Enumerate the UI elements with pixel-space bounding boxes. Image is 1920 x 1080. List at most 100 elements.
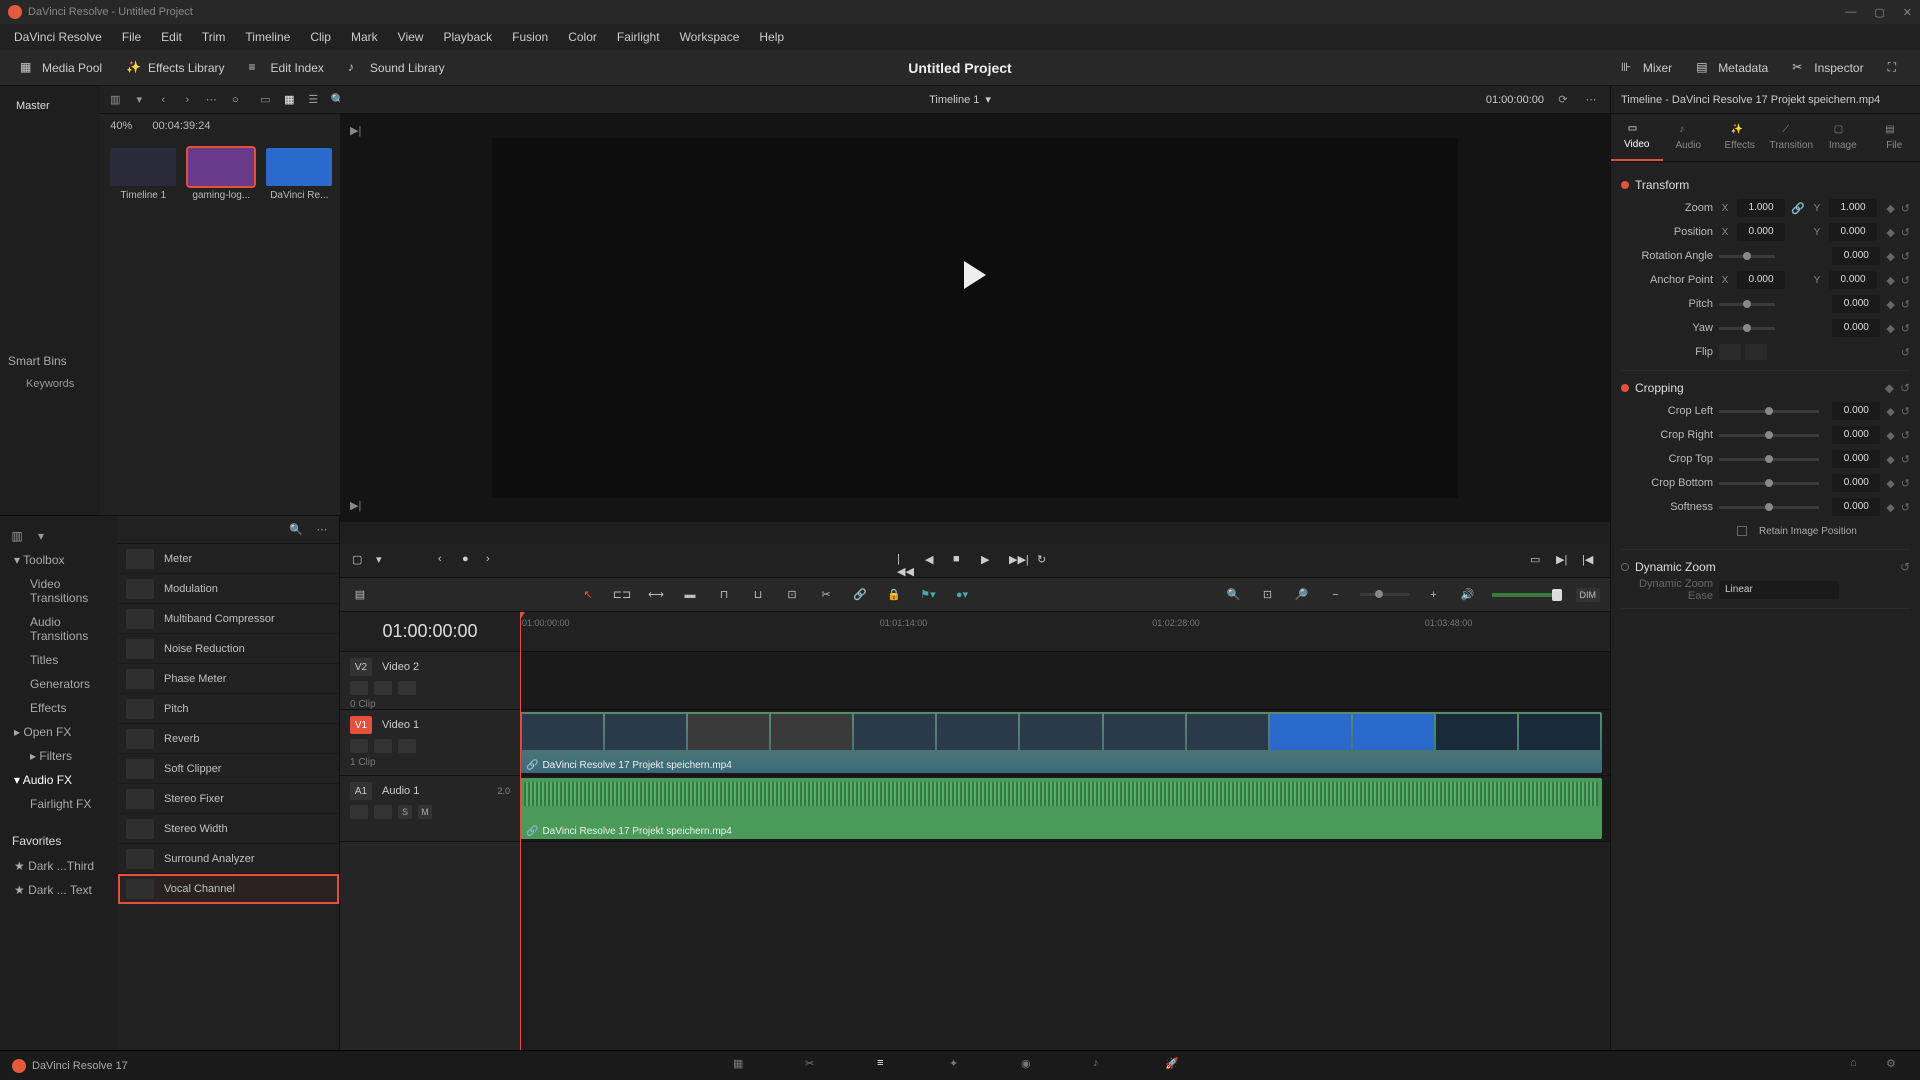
menu-timeline[interactable]: Timeline xyxy=(237,27,298,47)
fx-view-icon[interactable]: ▥ xyxy=(8,527,26,545)
mixer-button[interactable]: ⊪Mixer xyxy=(1611,56,1682,80)
inspector-tab-transition[interactable]: ⟋Transition xyxy=(1766,114,1818,161)
inspector-tab-video[interactable]: ▭Video xyxy=(1611,114,1663,161)
pitch-input[interactable]: 0.000 xyxy=(1832,295,1880,313)
go-start-icon[interactable]: |◀◀ xyxy=(897,553,913,569)
effects-item[interactable]: Effects xyxy=(4,696,114,720)
menu-clip[interactable]: Clip xyxy=(302,27,339,47)
cropping-header[interactable]: Cropping◆↺ xyxy=(1621,377,1910,399)
crop-left-input[interactable]: 0.000 xyxy=(1832,402,1880,420)
menu-fusion[interactable]: Fusion xyxy=(504,27,556,47)
auto-select-icon[interactable] xyxy=(374,681,392,695)
zoom-x-input[interactable]: 1.000 xyxy=(1737,199,1785,217)
play-button-icon[interactable]: ▶ xyxy=(981,553,997,569)
viewer-zoom[interactable]: 40% xyxy=(110,120,132,132)
reset-icon[interactable]: ↺ xyxy=(1901,405,1910,418)
edit-page-icon[interactable]: ≡ xyxy=(877,1057,899,1075)
keyframe-icon[interactable]: ◆ xyxy=(1886,429,1894,442)
lock-icon[interactable]: 🔒 xyxy=(884,585,904,605)
fav-dark-text[interactable]: ★ Dark ... Text xyxy=(4,878,114,902)
track-head-v2[interactable]: V2Video 2 0 Clip xyxy=(340,652,520,710)
filters-item[interactable]: ▸ Filters xyxy=(4,744,114,768)
inspector-tab-file[interactable]: ▤File xyxy=(1869,114,1920,161)
reset-icon[interactable]: ↺ xyxy=(1901,298,1910,311)
effects-library-button[interactable]: ✨Effects Library xyxy=(116,56,234,80)
menu-workspace[interactable]: Workspace xyxy=(672,27,748,47)
solo-button[interactable]: S xyxy=(398,805,412,819)
first-frame-icon[interactable]: ‹ xyxy=(438,553,454,569)
maximize-icon[interactable]: ▢ xyxy=(1874,6,1884,19)
keyframe-icon[interactable]: ◆ xyxy=(1886,453,1894,466)
pitch-slider[interactable] xyxy=(1719,303,1775,306)
a1-badge[interactable]: A1 xyxy=(350,782,372,800)
auto-select-icon[interactable] xyxy=(374,739,392,753)
menu-edit[interactable]: Edit xyxy=(153,27,190,47)
dynamic-trim-icon[interactable]: ⟷ xyxy=(646,585,666,605)
keyframe-icon[interactable]: ◆ xyxy=(1886,477,1894,490)
stop-icon[interactable]: ■ xyxy=(953,553,969,569)
keyframe-icon[interactable]: ◆ xyxy=(1886,202,1894,215)
media-page-icon[interactable]: ▦ xyxy=(733,1057,755,1075)
color-page-icon[interactable]: ◉ xyxy=(1021,1057,1043,1075)
reset-icon[interactable]: ↺ xyxy=(1900,560,1910,574)
reset-icon[interactable]: ↺ xyxy=(1901,477,1910,490)
fx-meter[interactable]: Meter xyxy=(118,544,339,574)
sound-library-button[interactable]: ♪Sound Library xyxy=(338,56,455,80)
fusion-page-icon[interactable]: ✦ xyxy=(949,1057,971,1075)
audio-transitions-item[interactable]: Audio Transitions xyxy=(4,610,114,648)
reset-icon[interactable]: ↺ xyxy=(1901,322,1910,335)
timeline-viewer[interactable]: ▶| ▶| xyxy=(340,114,1610,522)
jump-end-icon-2[interactable]: ▶| xyxy=(350,499,361,512)
metadata-button[interactable]: ▤Metadata xyxy=(1686,56,1778,80)
expand-button[interactable]: ⛶ xyxy=(1878,56,1906,80)
transform-header[interactable]: Transform xyxy=(1621,174,1910,196)
menu-trim[interactable]: Trim xyxy=(194,27,234,47)
v1-badge[interactable]: V1 xyxy=(350,716,372,734)
pos-x-input[interactable]: 0.000 xyxy=(1737,223,1785,241)
auto-select-icon[interactable] xyxy=(374,805,392,819)
clip-thumb-timeline[interactable]: Timeline 1 xyxy=(110,148,176,201)
softness-slider[interactable] xyxy=(1719,506,1819,509)
inspector-tab-effects[interactable]: ✨Effects xyxy=(1714,114,1766,161)
v2-badge[interactable]: V2 xyxy=(350,658,372,676)
fx-search-icon[interactable]: 🔍 xyxy=(287,521,305,539)
softness-input[interactable]: 0.000 xyxy=(1832,498,1880,516)
strip-view-icon[interactable]: ▭ xyxy=(256,91,274,109)
zoom-detail-icon[interactable]: 🔎 xyxy=(1292,585,1312,605)
reset-icon[interactable]: ↺ xyxy=(1901,501,1910,514)
fx-phase-meter[interactable]: Phase Meter xyxy=(118,664,339,694)
next-icon[interactable]: › xyxy=(178,91,196,109)
flip-h-button[interactable] xyxy=(1719,344,1741,360)
overwrite-icon[interactable]: ⊔ xyxy=(748,585,768,605)
prev-icon[interactable]: ‹ xyxy=(154,91,172,109)
clip-thumb-gaming[interactable]: gaming-log... xyxy=(188,148,254,201)
reset-icon[interactable]: ↺ xyxy=(1901,429,1910,442)
clip-thumb-davinci[interactable]: DaVinci Re... xyxy=(266,148,332,201)
reset-icon[interactable]: ↺ xyxy=(1901,274,1910,287)
link-zoom-icon[interactable]: 🔗 xyxy=(1791,202,1805,215)
thumb-view-icon[interactable]: ▦ xyxy=(280,91,298,109)
fx-pitch[interactable]: Pitch xyxy=(118,694,339,724)
minimize-icon[interactable]: — xyxy=(1845,6,1856,19)
deliver-page-icon[interactable]: 🚀 xyxy=(1165,1057,1187,1075)
keyframe-icon[interactable]: ◆ xyxy=(1885,381,1894,395)
menu-file[interactable]: File xyxy=(114,27,149,47)
go-end-icon[interactable]: ▶▶| xyxy=(1009,553,1025,569)
keyframe-icon[interactable]: ◆ xyxy=(1886,298,1894,311)
prev-frame-icon[interactable]: ◀ xyxy=(925,553,941,569)
fx-noise-reduction[interactable]: Noise Reduction xyxy=(118,634,339,664)
zoom-y-input[interactable]: 1.000 xyxy=(1829,199,1877,217)
video-clip[interactable]: 🔗DaVinci Resolve 17 Projekt speichern.mp… xyxy=(520,712,1602,773)
next-edit-icon[interactable]: ▶| xyxy=(1556,553,1572,569)
flag-icon[interactable]: ⚑▾ xyxy=(918,585,938,605)
retain-checkbox[interactable] xyxy=(1737,526,1747,536)
menu-help[interactable]: Help xyxy=(751,27,792,47)
track-head-v1[interactable]: V1Video 1 1 Clip xyxy=(340,710,520,776)
menu-color[interactable]: Color xyxy=(560,27,605,47)
match-frame-icon[interactable]: ▭ xyxy=(1530,553,1546,569)
lock-track-icon[interactable] xyxy=(350,739,368,753)
inspector-tab-audio[interactable]: ♪Audio xyxy=(1663,114,1715,161)
rotation-slider[interactable] xyxy=(1719,255,1775,258)
reset-icon[interactable]: ↺ xyxy=(1901,226,1910,239)
keyframe-icon[interactable]: ◆ xyxy=(1886,405,1894,418)
